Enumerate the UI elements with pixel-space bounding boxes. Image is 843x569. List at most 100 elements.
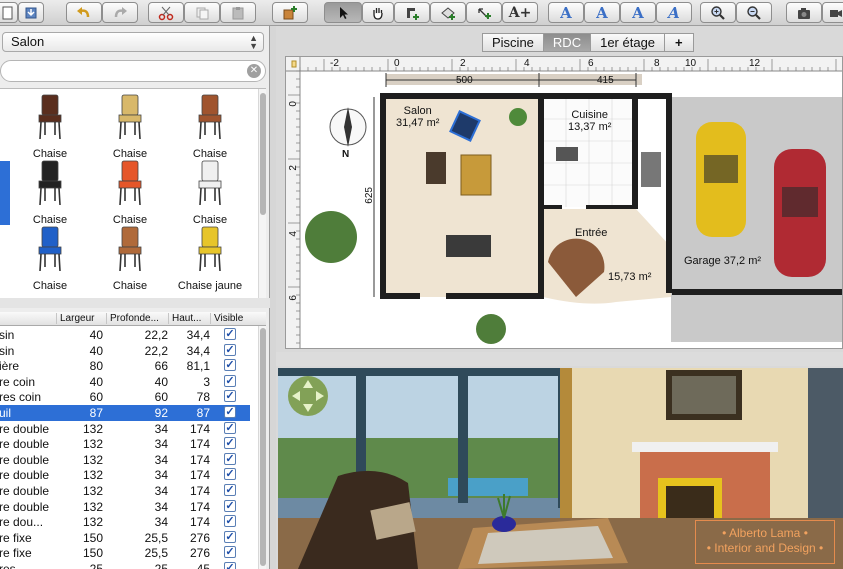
catalog-table-splitter[interactable] (0, 298, 270, 308)
visible-checkbox[interactable]: ✓ (224, 421, 236, 434)
catalog-item[interactable]: Chaise (10, 225, 90, 292)
cell-width: 87 (89, 406, 103, 420)
chevron-up-down-icon: ▲ ▼ (249, 33, 258, 51)
zoom-in-button[interactable] (700, 2, 736, 23)
text-style-button[interactable]: A (548, 2, 584, 23)
visible-checkbox[interactable]: ✓ (224, 499, 236, 512)
column-header-height[interactable]: Haut... (168, 313, 210, 324)
clear-search-icon[interactable]: ✕ (247, 64, 261, 78)
cell-height: 174 (189, 452, 210, 467)
cell-height: 174 (189, 484, 210, 498)
cell-name: sin (0, 343, 15, 358)
visible-checkbox[interactable]: ✓ (224, 406, 236, 418)
table-row[interactable]: sin 40 22,2 34,4 ✓ (0, 327, 250, 343)
add-furniture-button[interactable] (272, 2, 308, 23)
visible-checkbox[interactable]: ✓ (224, 468, 236, 481)
add-furniture-icon (283, 5, 297, 19)
cell-width: 150 (82, 530, 103, 545)
column-header-visible[interactable]: Visible (210, 313, 258, 324)
select-mode-button[interactable] (324, 2, 362, 23)
visible-checkbox[interactable]: ✓ (224, 328, 236, 340)
table-row[interactable]: res ... 25 25 45 ✓ (0, 561, 250, 569)
undo-button[interactable] (66, 2, 102, 23)
redo-button[interactable] (102, 2, 138, 23)
table-row[interactable]: re double 132 34 174 ✓ (0, 499, 250, 515)
visible-checkbox[interactable]: ✓ (224, 546, 236, 559)
table-row[interactable]: uil 87 92 87 ✓ (0, 405, 250, 421)
copy-button[interactable] (184, 2, 220, 23)
paste-button[interactable] (220, 2, 256, 23)
catalog-item[interactable]: Chaise (90, 93, 170, 160)
catalog-item[interactable]: Chaise (90, 159, 170, 226)
import-button[interactable] (18, 2, 44, 23)
cell-depth: 34 (154, 452, 168, 467)
catalog-item[interactable]: Chaise (10, 159, 90, 226)
catalog-scrollbar[interactable] (258, 89, 266, 298)
table-row[interactable]: re coin 40 40 3 ✓ (0, 374, 250, 390)
catalog-item[interactable]: Chaise (170, 159, 250, 226)
catalog-scrollbar-thumb[interactable] (260, 93, 266, 215)
shrub-plan-icon (476, 314, 506, 344)
plan-3d-splitter[interactable] (276, 352, 843, 366)
visible-checkbox[interactable]: ✓ (224, 437, 236, 450)
create-video-button[interactable] (822, 2, 843, 23)
catalog-item[interactable]: Chaise (170, 93, 250, 160)
furniture-table-scrollbar-thumb[interactable] (260, 328, 266, 566)
table-row[interactable]: re double 132 34 174 ✓ (0, 467, 250, 483)
catalog-item[interactable]: Chaise (90, 225, 170, 292)
create-photo-button[interactable] (786, 2, 822, 23)
cut-button[interactable] (148, 2, 184, 23)
modify-text-button[interactable]: A (620, 2, 656, 23)
visible-checkbox[interactable]: ✓ (224, 530, 236, 543)
plan-view[interactable]: -2 0 2 4 6 8 10 12 0 2 4 6 500 415 625 N… (285, 56, 843, 349)
visible-checkbox[interactable]: ✓ (224, 343, 236, 356)
tab-piscine[interactable]: Piscine (482, 33, 544, 52)
visible-checkbox[interactable]: ✓ (224, 484, 236, 496)
bold-text-button[interactable]: A (584, 2, 620, 23)
table-row[interactable]: res coin 60 60 78 ✓ (0, 389, 250, 405)
pan-mode-button[interactable] (362, 2, 394, 23)
table-row[interactable]: re double 132 34 174 ✓ (0, 436, 250, 452)
add-level-tab[interactable]: + (664, 33, 694, 52)
catalog-search-field[interactable]: ✕ (0, 60, 266, 82)
vase-3d-icon (492, 516, 516, 532)
visible-checkbox[interactable]: ✓ (224, 374, 236, 387)
create-walls-button[interactable] (394, 2, 430, 23)
table-row[interactable]: re double 132 34 174 ✓ (0, 421, 250, 437)
cell-height: 276 (189, 530, 210, 545)
table-row[interactable]: sin 40 22,2 34,4 ✓ (0, 343, 250, 359)
table-row[interactable]: re double 132 34 174 ✓ (0, 483, 250, 499)
ruler-top-label: 2 (460, 58, 466, 69)
new-furniture-button[interactable] (0, 2, 18, 23)
table-row[interactable]: re double 132 34 174 ✓ (0, 452, 250, 468)
table-row[interactable]: ière 80 66 81,1 ✓ (0, 358, 250, 374)
column-header-width[interactable]: Largeur (56, 313, 106, 324)
furniture-table-scrollbar[interactable] (258, 326, 266, 569)
table-row[interactable]: re fixe 150 25,5 276 ✓ (0, 545, 250, 561)
create-dimensions-button[interactable] (466, 2, 502, 23)
ruler-top-label: 6 (588, 58, 594, 69)
catalog-item[interactable]: Chaise jaune (170, 225, 250, 292)
italic-text-button[interactable]: A (656, 2, 692, 23)
table-row[interactable]: re dou... 132 34 174 ✓ (0, 514, 250, 530)
tab-1er-etage[interactable]: 1er étage (590, 33, 666, 52)
dining-table-plan-icon (446, 235, 491, 257)
tab-rdc[interactable]: RDC (542, 33, 592, 52)
create-rooms-button[interactable] (430, 2, 466, 23)
visible-checkbox[interactable]: ✓ (224, 390, 236, 403)
room-name: Cuisine (571, 109, 609, 121)
watermark: • Alberto Lama • • Interior and Design • (695, 520, 835, 564)
new-document-icon (2, 6, 13, 19)
table-row[interactable]: re fixe 150 25,5 276 ✓ (0, 530, 250, 546)
column-header-depth[interactable]: Profonde... (106, 313, 168, 324)
cell-depth: 34 (154, 499, 168, 514)
category-select[interactable]: Salon ▲ ▼ (2, 32, 264, 52)
visible-checkbox[interactable]: ✓ (224, 562, 236, 569)
catalog-item[interactable]: Chaise (10, 93, 90, 160)
visible-checkbox[interactable]: ✓ (224, 359, 236, 372)
text-style-icon: A (560, 3, 572, 22)
visible-checkbox[interactable]: ✓ (224, 515, 236, 528)
visible-checkbox[interactable]: ✓ (224, 452, 236, 465)
zoom-out-button[interactable] (736, 2, 772, 23)
add-text-button[interactable]: A+ (502, 2, 538, 23)
